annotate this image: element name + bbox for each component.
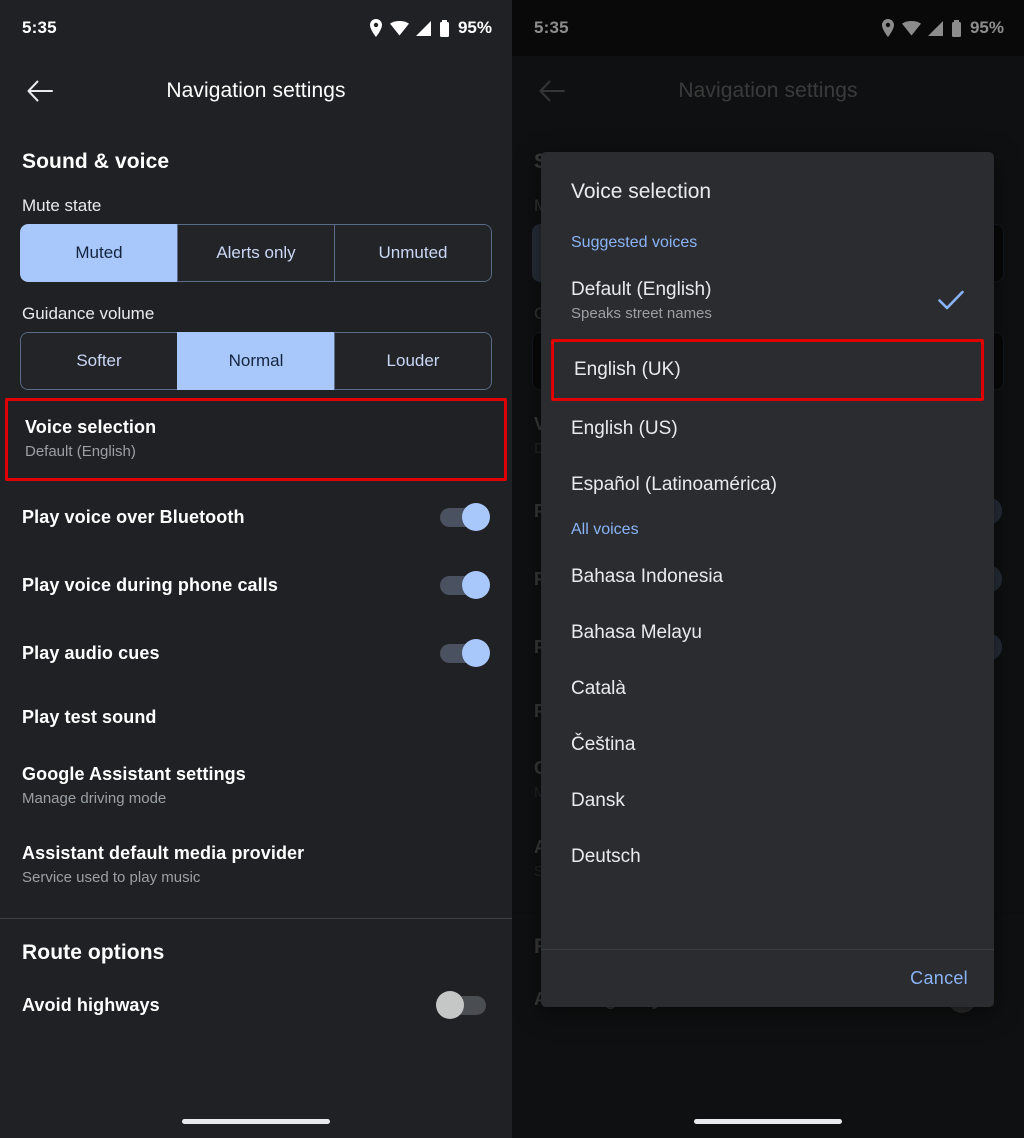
row-label: Play test sound	[22, 707, 157, 727]
option-english-us[interactable]: English (US)	[541, 401, 994, 457]
voice-selection-title: Voice selection	[25, 417, 157, 437]
option-dansk[interactable]: Dansk	[541, 773, 994, 829]
option-sublabel: Speaks street names	[571, 305, 712, 322]
row-play-audio-cues[interactable]: Play audio cues	[0, 619, 512, 687]
segment-louder[interactable]: Louder	[334, 332, 492, 390]
location-icon	[369, 19, 383, 37]
section-title-sound: Sound & voice	[22, 150, 170, 173]
option-label: Español (Latinoamérica)	[571, 474, 777, 495]
option-label: Bahasa Melayu	[571, 622, 702, 643]
option-bahasa-indonesia[interactable]: Bahasa Indonesia	[541, 549, 994, 605]
dialog-footer: Cancel	[541, 949, 994, 1007]
toggle-play-audio-cues[interactable]	[436, 639, 490, 667]
right-phone-screen: 5:35 95% Navigation settings Voice selec…	[512, 0, 1024, 1138]
group-header-suggested: Suggested voices	[571, 234, 698, 251]
row-play-voice-bluetooth[interactable]: Play voice over Bluetooth	[0, 481, 512, 551]
option-label: Default (English)	[571, 279, 712, 300]
row-avoid-highways[interactable]: Avoid highways	[0, 965, 512, 1037]
settings-content: Sound & voice Mute state Muted Alerts on…	[0, 126, 512, 1037]
option-catala[interactable]: Català	[541, 661, 994, 717]
row-label: Play audio cues	[22, 642, 160, 663]
voice-selection-dialog: Voice selection Suggested voices Default…	[541, 152, 994, 1007]
screenshot-root: 5:35 95% Navigation settings Sound & voi…	[0, 0, 1024, 1138]
battery-percentage: 95%	[457, 18, 492, 37]
app-bar: Navigation settings	[0, 56, 512, 126]
section-title-route: Route options	[22, 941, 165, 964]
row-label: Play voice over Bluetooth	[22, 506, 245, 527]
check-icon	[938, 288, 964, 314]
segment-normal[interactable]: Normal	[177, 332, 334, 390]
mute-state-segmented-control[interactable]: Muted Alerts only Unmuted	[20, 224, 492, 282]
option-label: Català	[571, 678, 626, 699]
wifi-icon	[389, 20, 409, 36]
gesture-nav-pill	[694, 1119, 842, 1124]
segment-unmuted[interactable]: Unmuted	[334, 224, 492, 282]
option-default-english[interactable]: Default (English) Speaks street names	[541, 262, 994, 339]
toggle-play-voice-calls[interactable]	[436, 571, 490, 599]
voice-selection-row[interactable]: Voice selection Default (English)	[5, 398, 507, 481]
segment-muted[interactable]: Muted	[20, 224, 177, 282]
guidance-volume-label: Guidance volume	[22, 304, 155, 323]
option-label: English (US)	[571, 418, 678, 439]
toggle-avoid-highways[interactable]	[436, 991, 490, 1019]
row-sublabel: Manage driving mode	[22, 790, 167, 807]
row-play-test-sound[interactable]: Play test sound	[0, 687, 512, 746]
status-icon-group: 95%	[369, 18, 492, 38]
left-phone-screen: 5:35 95% Navigation settings Sound & voi…	[0, 0, 512, 1138]
mute-state-label: Mute state	[22, 196, 102, 215]
option-label: Čeština	[571, 734, 636, 755]
segment-softer[interactable]: Softer	[20, 332, 177, 390]
toggle-play-voice-bluetooth[interactable]	[436, 503, 490, 531]
row-label: Avoid highways	[22, 994, 160, 1015]
row-label: Google Assistant settings	[22, 764, 246, 784]
segment-alerts-only[interactable]: Alerts only	[177, 224, 334, 282]
option-deutsch[interactable]: Deutsch	[541, 829, 994, 885]
status-time: 5:35	[22, 18, 57, 37]
gesture-nav-pill	[182, 1119, 330, 1124]
option-espanol-latinoamerica[interactable]: Español (Latinoamérica)	[541, 457, 994, 513]
cancel-button[interactable]: Cancel	[910, 968, 968, 989]
row-play-voice-calls[interactable]: Play voice during phone calls	[0, 551, 512, 619]
page-title: Navigation settings	[166, 79, 346, 102]
row-label: Play voice during phone calls	[22, 574, 278, 595]
option-bahasa-melayu[interactable]: Bahasa Melayu	[541, 605, 994, 661]
option-cestina[interactable]: Čeština	[541, 717, 994, 773]
dialog-title: Voice selection	[571, 180, 712, 203]
group-header-all-voices: All voices	[571, 521, 639, 538]
row-media-provider[interactable]: Assistant default media provider Service…	[0, 823, 512, 900]
arrow-left-icon[interactable]	[22, 73, 58, 109]
status-bar: 5:35 95%	[0, 0, 512, 56]
row-label: Assistant default media provider	[22, 843, 305, 863]
option-label: Deutsch	[571, 846, 641, 867]
row-assistant-settings[interactable]: Google Assistant settings Manage driving…	[0, 746, 512, 823]
guidance-volume-segmented-control[interactable]: Softer Normal Louder	[20, 332, 492, 390]
signal-icon	[415, 20, 432, 36]
voice-selection-subtitle: Default (English)	[25, 443, 136, 460]
option-label: English (UK)	[574, 359, 681, 380]
option-english-uk[interactable]: English (UK)	[551, 339, 984, 401]
dialog-option-list[interactable]: Suggested voices Default (English) Speak…	[541, 226, 994, 949]
option-label: Bahasa Indonesia	[571, 566, 724, 587]
battery-icon	[439, 19, 450, 37]
option-label: Dansk	[571, 790, 625, 811]
row-sublabel: Service used to play music	[22, 869, 201, 886]
